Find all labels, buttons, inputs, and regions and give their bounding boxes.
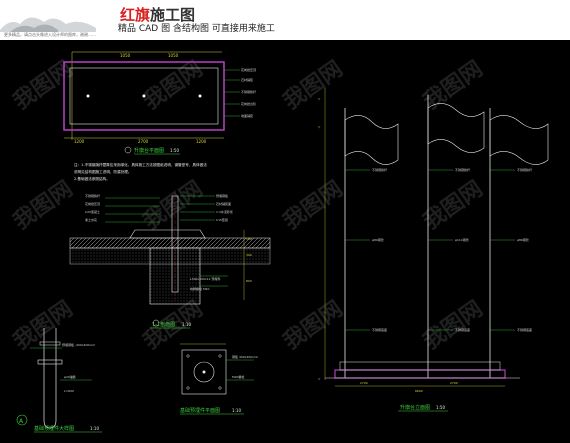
svg-text:▽: ▽: [318, 97, 321, 101]
svg-text:不锈钢旗杆: 不锈钢旗杆: [241, 89, 256, 94]
cad-drawing-canvas: 我图网 我图网 我图网 我图网 我图网 我图网 我图网 我图网 我图网 我图网 …: [0, 40, 570, 443]
svg-text:钢板 400x400x12: 钢板 400x400x12: [232, 354, 258, 359]
svg-text:C15垫层: C15垫层: [216, 217, 228, 222]
section-scale: 1:10: [182, 322, 191, 327]
svg-text:花岗岩台阶: 花岗岩台阶: [241, 101, 256, 106]
svg-text:1200: 1200: [196, 139, 207, 144]
svg-text:2700: 2700: [360, 381, 368, 385]
svg-text:我图网: 我图网: [139, 57, 207, 115]
svg-text:素土夯实: 素土夯实: [85, 217, 97, 222]
svg-text:300: 300: [246, 253, 252, 257]
svg-text:C20混凝土: C20混凝土: [85, 209, 100, 214]
elevation-view: ▽ ▽ ▽ 不锈钢旗杆 不锈钢旗杆 不锈钢旗杆 φ89钢管 φ114钢管 φ89…: [318, 88, 549, 412]
svg-text:我图网: 我图网: [279, 57, 347, 115]
svg-text:我图网: 我图网: [279, 297, 347, 355]
svg-text:1:3水泥砂浆: 1:3水泥砂浆: [216, 209, 233, 214]
detail-title: 基础预埋件大样图: [34, 425, 74, 432]
svg-text:不锈钢旗杆: 不锈钢旗杆: [85, 193, 100, 198]
header-hint: 更多精品，请点击头像进入设计师的图库，谢谢……: [4, 32, 96, 37]
flag-right: [489, 115, 549, 165]
svg-text:石材铺装面: 石材铺装面: [216, 201, 231, 206]
svg-text:不锈钢旗杆: 不锈钢旗杆: [455, 167, 470, 172]
dim-bot-1: 1200: [74, 139, 85, 144]
cad-drawing: 我图网 我图网 我图网 我图网 我图网 我图网 我图网 我图网 我图网 我图网 …: [9, 51, 549, 433]
notes-block: 注：1.不锈钢旗杆壁厚应采用绿化，具体施工方法按图纸说明，钢管型号，具体做法 说…: [74, 162, 207, 181]
embed-scale: 1:10: [232, 408, 241, 413]
elevation-platform: [334, 369, 506, 379]
svg-text:我图网: 我图网: [419, 297, 487, 355]
svg-text:我图网: 我图网: [279, 177, 347, 235]
svg-text:150: 150: [246, 237, 252, 241]
notes-line-2: 说明见结构图施工说明，防腐处理。: [74, 169, 132, 174]
svg-text:不锈钢底座: 不锈钢底座: [455, 327, 470, 332]
svg-text:▽: ▽: [318, 377, 321, 381]
svg-text:我图网: 我图网: [419, 57, 487, 115]
svg-text:花岗岩压顶: 花岗岩压顶: [241, 67, 256, 72]
svg-text:地面铺装: 地面铺装: [241, 113, 253, 118]
dim-bot-2: 2700: [138, 139, 149, 144]
svg-text:不锈钢旗杆: 不锈钢旗杆: [517, 167, 532, 172]
svg-text:φ89钢管: φ89钢管: [517, 237, 529, 242]
page-subtitle: 精品 CAD 图 含结构图 可直接用来施工: [118, 24, 275, 34]
svg-text:我图网: 我图网: [9, 57, 77, 115]
svg-text:2700: 2700: [450, 381, 458, 385]
notes-line-3: 2.基础做法参照结构。: [74, 176, 110, 181]
svg-text:不锈钢底座: 不锈钢底座: [517, 327, 532, 332]
dim-top-1: 1050: [120, 53, 131, 58]
svg-text:预埋钢板: 预埋钢板: [216, 193, 228, 198]
svg-text:φ20锚筋: φ20锚筋: [64, 374, 76, 379]
svg-text:地脚螺栓 M20: 地脚螺栓 M20: [190, 286, 209, 291]
svg-text:我图网: 我图网: [9, 177, 77, 235]
plan-title: 升旗台平面图: [134, 147, 164, 154]
svg-text:预埋钢板 -400x400x12: 预埋钢板 -400x400x12: [62, 342, 95, 347]
svg-text:不锈钢底座: 不锈钢底座: [372, 327, 387, 332]
page-header: 红旗施工图 精品 CAD 图 含结构图 可直接用来施工 更多精品，请点击头像进入…: [0, 0, 570, 40]
svg-text:L=600: L=600: [64, 389, 74, 393]
detail-marker-label: A: [19, 418, 24, 425]
elevation-title: 升旗台立面图: [400, 404, 430, 411]
flag-left: [344, 115, 399, 165]
elevation-scale: 1:50: [436, 405, 445, 410]
dim-top-2: 1050: [168, 53, 179, 58]
plan-scale: 1:50: [170, 148, 179, 153]
embed-plan-view: 钢板 400x400x12 M20螺栓 基础预埋件平面图 1:10: [180, 343, 258, 415]
svg-text:φ89钢管: φ89钢管: [372, 237, 384, 242]
svg-text:不锈钢旗杆: 不锈钢旗杆: [372, 167, 387, 172]
flagpole-point: [142, 94, 146, 98]
svg-text:800: 800: [246, 279, 252, 283]
svg-text:L300x300x12 预埋件: L300x300x12 预埋件: [190, 276, 220, 281]
svg-text:我图网: 我图网: [419, 177, 487, 235]
notes-line-1: 注：1.不锈钢旗杆壁厚应采用绿化，具体施工方法按图纸说明，钢管型号，具体做法: [74, 162, 207, 167]
embed-title: 基础预埋件平面图: [180, 407, 220, 414]
svg-text:我图网: 我图网: [139, 177, 207, 235]
svg-text:φ114钢管: φ114钢管: [455, 237, 469, 242]
svg-text:6600: 6600: [415, 389, 423, 393]
detail-scale: 1:10: [90, 426, 99, 431]
svg-text:花岗岩压顶: 花岗岩压顶: [85, 201, 100, 206]
svg-text:M20螺栓: M20螺栓: [232, 374, 244, 379]
svg-text:石材铺装: 石材铺装: [241, 77, 253, 82]
flagpole-point: [198, 94, 202, 98]
flagpole-point: [86, 94, 90, 98]
plan-title-marker: [124, 146, 132, 154]
svg-text:▽: ▽: [318, 125, 321, 129]
section-title: 1-1剖面图: [152, 321, 175, 328]
